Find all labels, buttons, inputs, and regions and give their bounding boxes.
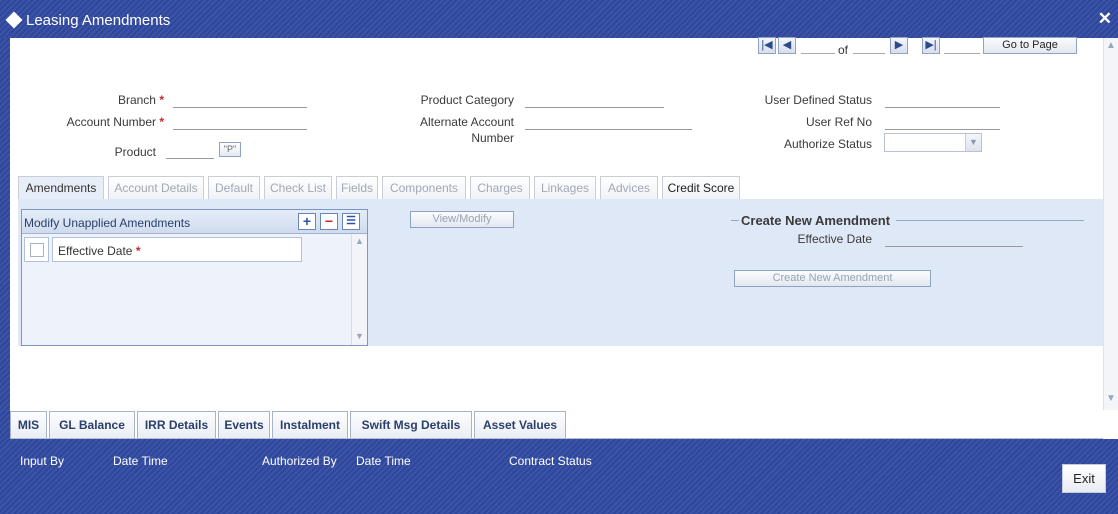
left-frame-bar xyxy=(0,38,10,439)
authorized-by-label: Authorized By xyxy=(262,454,337,468)
tab-credit-score[interactable]: Credit Score xyxy=(662,176,740,200)
grid-scroll-up-icon[interactable]: ▲ xyxy=(355,236,364,246)
user-ref-no-label: User Ref No xyxy=(805,115,872,129)
product-label: Product xyxy=(114,145,156,159)
product-category-label: Product Category xyxy=(420,93,514,107)
first-record-button[interactable]: |◀ xyxy=(758,37,776,54)
main-vertical-scrollbar[interactable]: ▲ ▼ xyxy=(1103,38,1118,410)
alternate-account-input[interactable] xyxy=(525,129,692,130)
date-time-label-2: Date Time xyxy=(356,454,411,468)
total-pages-field xyxy=(853,53,885,54)
contract-status-label: Contract Status xyxy=(509,454,592,468)
app-diamond-icon xyxy=(5,11,23,29)
account-number-input[interactable] xyxy=(173,129,307,130)
current-page-field[interactable] xyxy=(801,53,835,54)
fieldset-rule-left xyxy=(731,220,739,221)
previous-record-button[interactable]: ◀ xyxy=(778,37,796,54)
tab-irr-details[interactable]: IRR Details xyxy=(137,411,216,439)
tab-linkages[interactable]: Linkages xyxy=(534,176,596,200)
single-view-button[interactable]: ☰ xyxy=(342,213,360,230)
date-time-label-1: Date Time xyxy=(113,454,168,468)
go-to-page-button[interactable]: Go to Page xyxy=(983,37,1077,54)
select-all-checkbox-cell xyxy=(24,237,49,262)
fieldset-rule-right xyxy=(896,220,1084,221)
exit-button[interactable]: Exit xyxy=(1062,464,1106,493)
account-number-label: Account Number * xyxy=(66,115,164,129)
tab-account-details[interactable]: Account Details xyxy=(108,176,204,200)
window-title: Leasing Amendments xyxy=(26,12,171,29)
delete-row-button[interactable]: − xyxy=(320,213,338,230)
close-icon[interactable]: ✕ xyxy=(1098,9,1112,29)
view-modify-button[interactable]: View/Modify xyxy=(410,211,514,228)
branch-label: Branch * xyxy=(117,93,164,107)
tab-advices[interactable]: Advices xyxy=(600,176,658,200)
tab-check-list[interactable]: Check List xyxy=(264,176,332,200)
product-input[interactable] xyxy=(166,158,214,159)
tab-mis[interactable]: MIS xyxy=(10,411,47,439)
grid-scroll-down-icon[interactable]: ▼ xyxy=(355,331,364,341)
tab-charges[interactable]: Charges xyxy=(470,176,530,200)
create-effective-date-label: Effective Date xyxy=(797,232,872,246)
tab-gl-balance[interactable]: GL Balance xyxy=(49,411,135,439)
product-lov-button[interactable]: "P" xyxy=(219,142,241,157)
next-record-button[interactable]: ▶ xyxy=(890,37,908,54)
user-defined-status-label: User Defined Status xyxy=(764,93,872,107)
of-label: of xyxy=(838,43,849,57)
tab-default[interactable]: Default xyxy=(208,176,260,200)
effective-date-column-header: Effective Date * xyxy=(52,237,302,262)
alternate-account-label: Alternate Account xyxy=(419,115,514,129)
goto-page-input[interactable] xyxy=(944,53,980,54)
window-titlebar: Leasing Amendments ✕ xyxy=(0,0,1118,38)
tab-instalment[interactable]: Instalment xyxy=(272,411,348,439)
unapplied-amendments-grid: Modify Unapplied Amendments + − ☰ Effect… xyxy=(21,209,368,346)
tab-events[interactable]: Events xyxy=(218,411,270,439)
create-new-amendment-button[interactable]: Create New Amendment xyxy=(734,270,931,287)
chevron-down-icon: ▼ xyxy=(965,134,981,151)
select-all-checkbox[interactable] xyxy=(30,243,44,257)
tab-amendments[interactable]: Amendments xyxy=(18,176,104,200)
input-by-label: Input By xyxy=(20,454,65,468)
authorize-status-label: Authorize Status xyxy=(783,137,872,151)
scroll-down-icon[interactable]: ▼ xyxy=(1106,393,1116,404)
tab-swift-msg-details[interactable]: Swift Msg Details xyxy=(350,411,472,439)
add-row-button[interactable]: + xyxy=(298,213,316,230)
tab-fields[interactable]: Fields xyxy=(336,176,378,200)
last-record-button[interactable]: ▶| xyxy=(922,37,940,54)
tab-asset-values[interactable]: Asset Values xyxy=(474,411,566,439)
grid-vertical-scrollbar[interactable]: ▲ ▼ xyxy=(351,234,367,345)
tab-components[interactable]: Components xyxy=(382,176,466,200)
grid-title: Modify Unapplied Amendments xyxy=(24,216,191,230)
create-effective-date-input[interactable] xyxy=(885,246,1023,247)
create-amendment-section-title: Create New Amendment xyxy=(741,213,891,228)
alternate-account-label-line2: Number xyxy=(471,131,514,145)
scroll-up-icon[interactable]: ▲ xyxy=(1106,40,1116,51)
user-defined-status-input[interactable] xyxy=(885,107,1000,108)
user-ref-no-input[interactable] xyxy=(885,129,1000,130)
grid-header: Modify Unapplied Amendments + − ☰ xyxy=(22,210,367,234)
product-category-input[interactable] xyxy=(525,107,664,108)
branch-input[interactable] xyxy=(173,107,307,108)
authorize-status-select[interactable]: ▼ xyxy=(884,133,982,152)
audit-footer: Input By Date Time Authorized By Date Ti… xyxy=(0,439,1118,514)
